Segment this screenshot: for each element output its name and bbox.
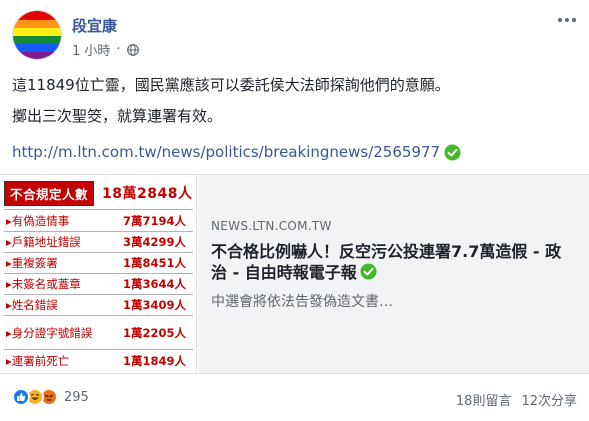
table-row-label: ▸姓名錯誤 bbox=[6, 298, 58, 312]
link-preview-image[interactable]: 不合規定人數 18萬2848人 ▸有偽造情事 7萬7194人 ▸戶籍地址錯誤 3… bbox=[0, 175, 197, 373]
table-row-label: ▸重複簽署 bbox=[6, 256, 58, 270]
post-text-line-1: 這11849位亡靈，國民黨應該可以委託侯大法師探詢他們的意願。 bbox=[12, 76, 450, 94]
engagement-stats: 18則留言 12次分享 bbox=[456, 390, 577, 409]
ellipsis-icon[interactable] bbox=[557, 12, 577, 28]
like-icon bbox=[12, 388, 30, 406]
post-header: 段宜康 1 小時 · bbox=[12, 10, 577, 62]
table-row: ▸有偽造情事 7萬7194人 bbox=[4, 209, 193, 231]
post-text-line-2: 擲出三次聖筊，就算連署有效。 bbox=[12, 107, 223, 125]
link-preview-card[interactable]: 不合規定人數 18萬2848人 ▸有偽造情事 7萬7194人 ▸戶籍地址錯誤 3… bbox=[0, 174, 589, 374]
link-preview-title[interactable]: 不合格比例嚇人！反空污公投連署7.7萬造假 - 政治 - 自由時報電子報 bbox=[211, 241, 577, 283]
globe-icon bbox=[126, 43, 139, 56]
table-row-label: ▸戶籍地址錯誤 bbox=[6, 235, 81, 249]
table-row-value: 1萬8451人 bbox=[122, 256, 186, 270]
table-row-label: ▸未簽名或蓋章 bbox=[6, 277, 81, 291]
post-time[interactable]: 1 小時 bbox=[72, 40, 110, 59]
table-header-label: 不合規定人數 bbox=[4, 180, 95, 206]
table-row-value: 1萬3409人 bbox=[122, 298, 186, 312]
table-row-value: 1萬1849人 bbox=[122, 353, 186, 368]
link-preview-description: 中選會將依法告發偽造文書… bbox=[211, 294, 393, 310]
comment-count[interactable]: 18則留言 bbox=[456, 390, 512, 409]
post-link-url[interactable]: http://m.ltn.com.tw/news/politics/breaki… bbox=[12, 143, 440, 161]
table-row: ▸連署前死亡 1萬1849人 bbox=[4, 349, 193, 371]
rainbow-flag-avatar-image bbox=[13, 11, 61, 59]
post-link[interactable]: http://m.ltn.com.tw/news/politics/breaki… bbox=[12, 143, 461, 161]
table-header-total: 18萬2848人 bbox=[102, 186, 193, 202]
table-row-value: 1萬2205人 bbox=[122, 325, 186, 340]
check-circle-icon bbox=[360, 263, 377, 280]
reactions-summary[interactable]: 295 bbox=[12, 388, 89, 406]
table-row: ▸姓名錯誤 1萬3409人 bbox=[4, 294, 193, 315]
post-text: 這11849位亡靈，國民黨應該可以委託侯大法師探詢他們的意願。 擲出三次聖筊，就… bbox=[12, 74, 577, 136]
check-circle-icon bbox=[444, 144, 461, 160]
table-row-label: ▸身分證字號錯誤 bbox=[6, 325, 93, 340]
link-preview-body[interactable]: NEWS.LTN.COM.TW 不合格比例嚇人！反空污公投連署7.7萬造假 - … bbox=[198, 175, 589, 373]
table-row-value: 1萬3644人 bbox=[122, 277, 186, 291]
table-row: ▸身分證字號錯誤 1萬2205人 bbox=[4, 315, 193, 349]
post-footer: 295 18則留言 12次分享 bbox=[12, 386, 577, 410]
table-row-value: 7萬7194人 bbox=[122, 213, 186, 228]
reaction-count[interactable]: 295 bbox=[64, 390, 89, 405]
link-preview-domain: NEWS.LTN.COM.TW bbox=[211, 219, 332, 233]
table-row: ▸重複簽署 1萬8451人 bbox=[4, 252, 193, 273]
avatar[interactable] bbox=[12, 10, 62, 60]
post-meta: 1 小時 · bbox=[72, 40, 139, 59]
table-header: 不合規定人數 18萬2848人 bbox=[4, 180, 193, 206]
table-row-value: 3萬4299人 bbox=[122, 235, 186, 249]
table-row: ▸戶籍地址錯誤 3萬4299人 bbox=[4, 231, 193, 252]
table-row-label: ▸有偽造情事 bbox=[6, 213, 70, 228]
share-count[interactable]: 12次分享 bbox=[521, 390, 577, 409]
table-row: ▸未簽名或蓋章 1萬3644人 bbox=[4, 273, 193, 294]
author-name[interactable]: 段宜康 bbox=[72, 15, 117, 36]
table-row-label: ▸連署前死亡 bbox=[6, 353, 70, 368]
